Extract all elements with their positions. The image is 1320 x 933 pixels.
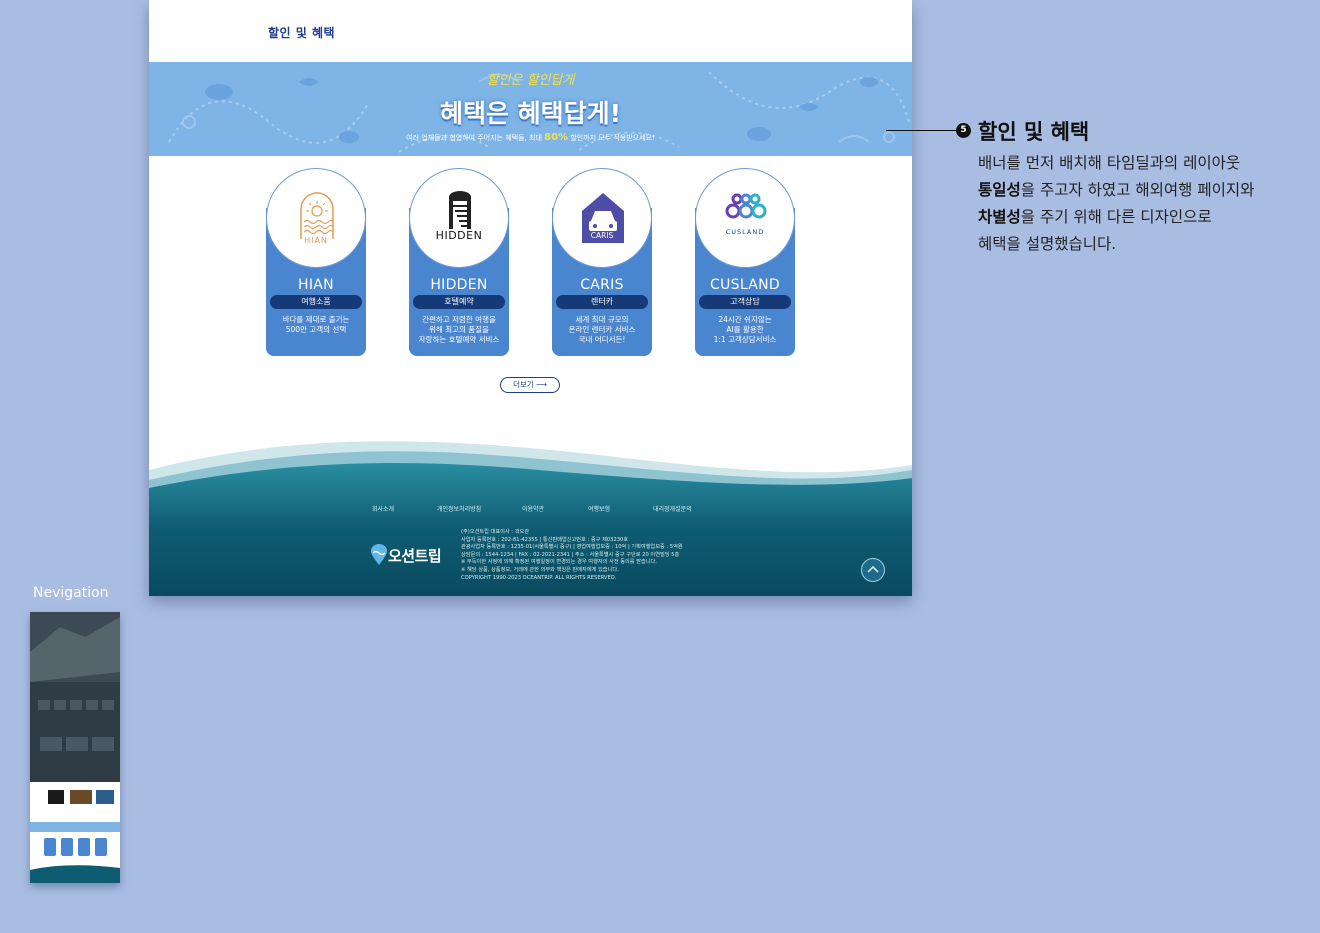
card-desc-line: 1:1 고객상담서비스 (713, 335, 777, 344)
benefit-card-hidden[interactable]: HIDDEN HIDDEN 호텔예약 간편하고 저렴한 여행을 위해 최고의 품… (409, 168, 509, 356)
footer-links: 회사소개 개인정보처리방침 이용약관 여행보험 대리점개설문의 (149, 504, 912, 514)
card-logo-text: HIAN (304, 236, 328, 245)
benefit-card-hian[interactable]: HIAN HIAN 여행소품 바다를 제대로 즐기는 500만 고객의 선택 (266, 168, 366, 356)
annotation-connector-line (886, 130, 956, 131)
more-button[interactable]: 더보기 ⟶ (500, 377, 560, 393)
annotation-line: 혜택을 설명했습니다. (978, 235, 1117, 253)
benefit-card-caris[interactable]: CARIS CARIS 렌터카 세계 최대 규모의 온라인 렌터카 서비스 국내… (552, 168, 652, 356)
footer-company-info: (주)오션트립 대표이사 : 곽오관 사업자 등록번호 : 202-81-423… (461, 529, 761, 582)
card-description: 24시간 쉬지않는 AI를 활용한 1:1 고객상담서비스 (699, 315, 791, 345)
footer-info-line: ※ 부득이한 사정에 의해 확정된 여행일정이 변경되는 경우 여행자의 사전 … (461, 559, 657, 566)
footer-info-line: (주)오션트립 대표이사 : 곽오관 (461, 529, 530, 535)
card-desc-line: AI를 활용한 (726, 325, 764, 334)
annotation-number-badge: 5 (956, 123, 971, 138)
card-name: CARIS (580, 277, 624, 293)
annotation-line: 차별성을 주기 위해 다른 디자인으로 (978, 204, 1308, 231)
card-logo-circle: CARIS (552, 168, 652, 268)
card-logo-circle: CUSLAND (695, 168, 795, 268)
card-desc-line: 자랑하는 호텔예약 서비스 (418, 335, 500, 344)
card-name: CUSLAND (710, 277, 780, 293)
annotation-line-rest: 을 주고자 하였고 해외여행 페이지와 (1020, 181, 1255, 199)
annotation-title: 할인 및 혜택 (978, 120, 1090, 144)
card-desc-line: 온라인 렌터카 서비스 (568, 325, 636, 334)
card-category-pill: 렌터카 (556, 295, 648, 309)
footer-info-line: ※ 해당 상품, 상품정보, 거래에 관한 의무와 책임은 판매자에게 있습니다… (461, 566, 619, 573)
annotation-bold: 통일성 (978, 181, 1021, 199)
footer-link-agency[interactable]: 대리점개설문의 (653, 504, 692, 513)
footer-logo-text: 오션트립 (388, 547, 442, 565)
banner-desc-highlight: 80% (544, 132, 569, 143)
banner-script-text: 할인은 할인답게 (486, 73, 575, 88)
card-name: HIDDEN (430, 277, 488, 293)
card-description: 세계 최대 규모의 온라인 렌터카 서비스 국내 어디서든! (556, 315, 648, 345)
card-desc-line: 위해 최고의 품질을 (429, 325, 489, 334)
annotation-line: 통일성을 주고자 하였고 해외여행 페이지와 (978, 177, 1308, 204)
navigation-label: Nevigation (33, 585, 109, 601)
footer-link-privacy[interactable]: 개인정보처리방침 (437, 504, 481, 513)
footer-logo[interactable]: 오션트립 (371, 544, 453, 566)
card-logo-text: CARIS (590, 231, 614, 240)
scroll-top-button[interactable] (861, 558, 885, 582)
footer-info-line: COPYRIGHT 1990-2023 OCEANTRIP. ALL RIGHT… (461, 574, 617, 581)
card-category-pill: 고객상담 (699, 295, 791, 309)
annotation-bold: 차별성 (978, 208, 1021, 226)
card-desc-line: 24시간 쉬지않는 (718, 315, 772, 324)
page-overview-minimap (30, 612, 120, 883)
promo-banner[interactable]: 할인은 할인답게 혜택은 혜택답게! 여러 업체들과 협업하여 주어지는 혜택들… (149, 62, 912, 156)
card-description: 간편하고 저렴한 여행을 위해 최고의 품질을 자랑하는 호텔예약 서비스 (413, 315, 505, 345)
banner-headline: 혜택은 혜택답게! (439, 99, 622, 128)
card-logo-circle: HIAN (266, 168, 366, 268)
card-desc-line: 국내 어디서든! (578, 335, 626, 344)
banner-desc-before: 여러 업체들과 협업하여 주어지는 혜택들, 최대 (406, 134, 545, 142)
cusland-rings-icon (725, 193, 767, 219)
footer-link-insurance[interactable]: 여행보험 (588, 504, 610, 513)
card-desc-line: 바다를 제대로 즐기는 (282, 315, 350, 324)
card-logo-circle: HIDDEN (409, 168, 509, 268)
card-logo-text: HIDDEN (435, 229, 483, 242)
footer-link-company[interactable]: 회사소개 (372, 504, 394, 513)
card-desc-line: 500만 고객의 선택 (285, 325, 347, 334)
card-category-pill: 호텔예약 (413, 295, 505, 309)
banner-desc-after: 할인까지 모두 적용받으세요! (568, 134, 655, 142)
annotation-line-rest: 을 주기 위해 다른 디자인으로 (1020, 208, 1212, 226)
card-desc-line: 세계 최대 규모의 (575, 315, 629, 324)
card-logo-text: CUSLAND (725, 228, 765, 236)
card-desc-line: 간편하고 저렴한 여행을 (422, 315, 496, 324)
annotation-description: 배너를 먼저 배치해 타임딜과의 레이아웃 통일성을 주고자 하였고 해외여행 … (978, 150, 1308, 258)
banner-description: 여러 업체들과 협업하여 주어지는 혜택들, 최대 80% 할인까지 모두 적용… (149, 132, 912, 143)
card-name: HIAN (298, 277, 334, 293)
card-category-pill: 여행소품 (270, 295, 362, 309)
annotation-line: 배너를 먼저 배치해 타임딜과의 레이아웃 (978, 154, 1241, 172)
location-pin-icon (371, 544, 387, 565)
footer-link-terms[interactable]: 이용약관 (522, 504, 544, 513)
chevron-up-icon (867, 565, 879, 573)
page-mockup: 할인 및 혜택 할인은 할인답게 혜택은 혜택답게! 여러 업체들과 협업하여 … (149, 0, 912, 596)
navigation-thumbnail[interactable] (30, 612, 120, 883)
benefit-card-cusland[interactable]: CUSLAND CUSLAND 고객상담 24시간 쉬지않는 AI를 활용한 1… (695, 168, 795, 356)
car-garage-icon (582, 193, 624, 243)
section-title: 할인 및 혜택 (268, 26, 336, 40)
footer-info-line: 관광사업자 등록번호 : 1235-01(서울특별시 중구) | 영업여행업보증… (461, 544, 683, 551)
card-description: 바다를 제대로 즐기는 500만 고객의 선택 (270, 315, 362, 335)
